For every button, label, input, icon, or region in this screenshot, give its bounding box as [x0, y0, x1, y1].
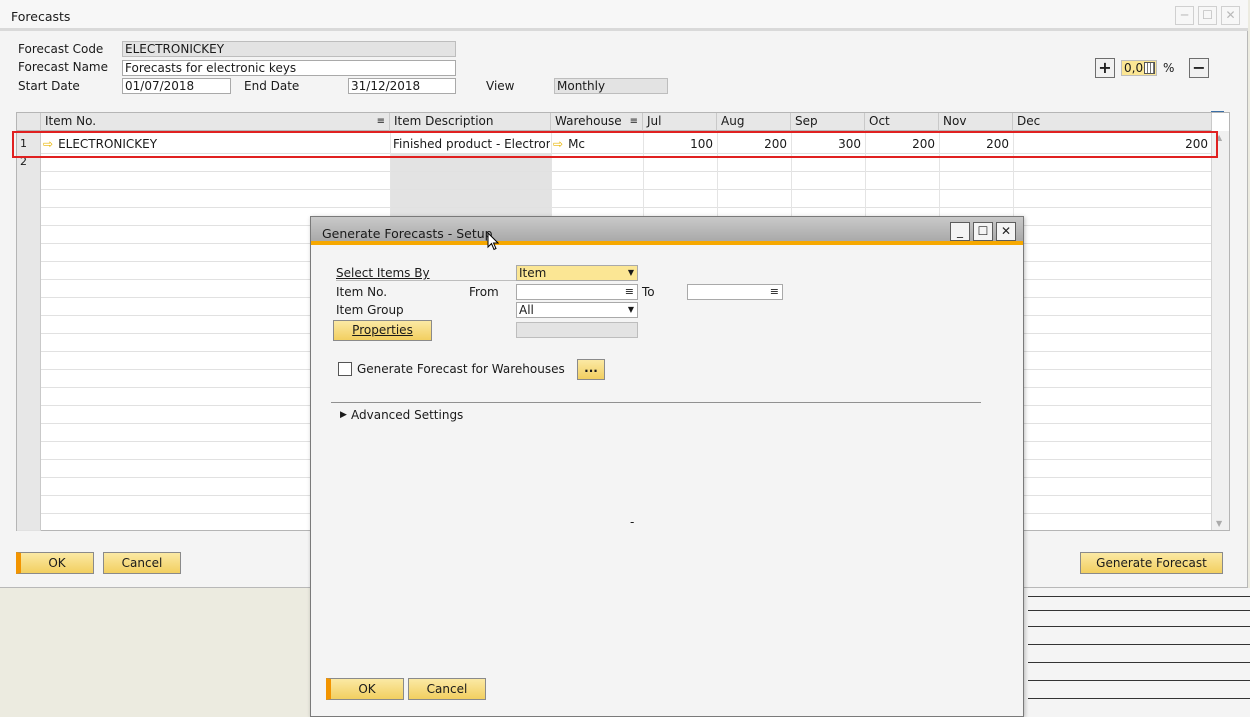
to-label: To	[642, 285, 655, 299]
item-group-dropdown[interactable]: All ▼	[516, 302, 638, 318]
row1-highlight-box	[12, 131, 1218, 158]
col-item-no-label: Item No.	[45, 114, 97, 128]
end-date-field[interactable]: 31/12/2018	[348, 78, 456, 94]
col-dec[interactable]: Dec	[1013, 113, 1212, 131]
gen-warehouses-label: Generate Forecast for Warehouses	[357, 362, 565, 376]
dialog-cancel-button[interactable]: Cancel	[408, 678, 486, 700]
mouse-cursor-icon	[487, 232, 499, 251]
start-date-label: Start Date	[18, 79, 80, 93]
advanced-settings-label[interactable]: Advanced Settings	[351, 408, 463, 422]
list-icon[interactable]: ≡	[625, 285, 634, 299]
dialog-title-bar[interactable]: Generate Forecasts - Setup _ ☐ ✕	[311, 217, 1023, 245]
background-window	[1024, 588, 1250, 717]
col-oct[interactable]: Oct	[865, 113, 939, 131]
close-button[interactable]: ✕	[1221, 6, 1240, 25]
minimize-button[interactable]: ─	[1175, 6, 1194, 25]
col-item-no[interactable]: Item No. ≡	[41, 113, 390, 131]
dialog-ok-button[interactable]: OK	[326, 678, 404, 700]
properties-button[interactable]: Properties	[333, 320, 432, 341]
forecast-code-field[interactable]: ELECTRONICKEY	[122, 41, 456, 57]
dialog-minimize-button[interactable]: _	[950, 222, 970, 241]
row-number-column	[17, 131, 41, 531]
col-warehouse-label: Warehouse	[555, 114, 622, 128]
col-aug[interactable]: Aug	[717, 113, 791, 131]
generate-forecast-button[interactable]: Generate Forecast	[1080, 552, 1223, 574]
col-item-desc[interactable]: Item Description	[390, 113, 551, 131]
properties-display-field	[516, 322, 638, 338]
list-icon[interactable]: ≡	[770, 285, 779, 299]
forecast-name-label: Forecast Name	[18, 60, 108, 74]
item-to-field[interactable]: ≡	[687, 284, 783, 300]
col-jul[interactable]: Jul	[643, 113, 717, 131]
warehouses-ellipsis-button[interactable]: ...	[577, 359, 605, 380]
start-date-field[interactable]: 01/07/2018	[122, 78, 231, 94]
window-title-bar: Forecasts ─ ☐ ✕	[0, 0, 1248, 31]
properties-button-label: Properties	[352, 323, 413, 337]
dialog-title: Generate Forecasts - Setup	[322, 226, 493, 241]
generate-forecasts-dialog: Generate Forecasts - Setup _ ☐ ✕ Select …	[310, 216, 1024, 717]
plus-button[interactable]: +	[1095, 58, 1115, 78]
col-nov[interactable]: Nov	[939, 113, 1013, 131]
end-date-label: End Date	[244, 79, 300, 93]
select-items-by-value: Item	[519, 266, 547, 280]
select-items-by-underline	[336, 280, 516, 281]
section-divider	[331, 402, 981, 403]
percent-sign: %	[1163, 61, 1175, 75]
grid-vertical-scrollbar[interactable]: ▲ ▼	[1211, 131, 1229, 530]
dropdown-arrow-icon: ▼	[627, 268, 634, 277]
from-label: From	[469, 285, 499, 299]
select-items-by-dropdown[interactable]: Item ▼	[516, 265, 638, 281]
col-warehouse[interactable]: Warehouse ≡	[551, 113, 643, 131]
select-items-by-text: Select Items By	[336, 266, 430, 280]
item-group-value: All	[519, 303, 534, 317]
gen-warehouses-checkbox[interactable]	[338, 362, 352, 376]
cancel-button[interactable]: Cancel	[103, 552, 181, 574]
calculator-icon[interactable]	[1144, 62, 1155, 74]
col-sep[interactable]: Sep	[791, 113, 865, 131]
maximize-button[interactable]: ☐	[1198, 6, 1217, 25]
forecast-code-label: Forecast Code	[18, 42, 104, 56]
window-title: Forecasts	[11, 9, 71, 24]
forecast-name-field[interactable]: Forecasts for electronic keys	[122, 60, 456, 76]
scroll-down-icon[interactable]: ▼	[1216, 519, 1222, 528]
minus-button[interactable]: −	[1189, 58, 1209, 78]
dialog-maximize-button[interactable]: ☐	[973, 222, 993, 241]
item-group-label: Item Group	[336, 303, 404, 317]
ok-button[interactable]: OK	[16, 552, 94, 574]
item-from-field[interactable]: ≡	[516, 284, 638, 300]
view-label: View	[486, 79, 515, 93]
item-no-label: Item No.	[336, 285, 388, 299]
view-dropdown[interactable]: Monthly	[554, 78, 668, 94]
grid-corner	[17, 113, 41, 131]
dash-text: -	[630, 515, 635, 529]
dialog-close-button[interactable]: ✕	[996, 222, 1016, 241]
expand-arrow-icon[interactable]: ▶	[340, 410, 347, 420]
list-icon[interactable]: ≡	[630, 113, 638, 130]
select-items-by-label: Select Items By	[336, 266, 430, 280]
dropdown-arrow-icon: ▼	[627, 305, 634, 314]
list-icon[interactable]: ≡	[377, 113, 385, 130]
